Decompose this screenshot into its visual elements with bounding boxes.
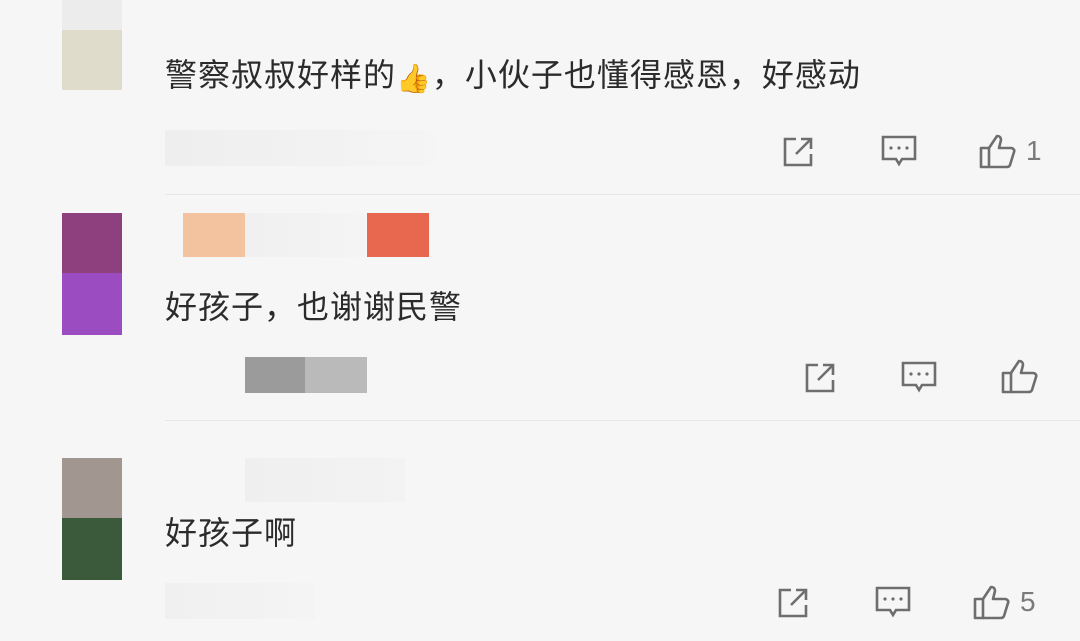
avatar-mosaic-cell — [62, 0, 122, 30]
like-button[interactable]: 5 — [972, 583, 1036, 621]
avatar-mosaic-cell — [62, 458, 122, 518]
share-button[interactable] — [802, 360, 838, 396]
thumbs-up-icon — [973, 585, 1010, 620]
like-count: 1 — [1026, 135, 1042, 166]
meta-mask-block — [305, 357, 367, 393]
comment-item-2: 好孩子，也谢谢民警 — [0, 195, 1080, 420]
avatar-mosaic-cell — [62, 213, 122, 273]
share-icon — [778, 588, 808, 618]
reply-button[interactable] — [874, 585, 912, 621]
like-button[interactable] — [1000, 357, 1048, 395]
comment-icon — [875, 586, 911, 618]
username-mask-block — [245, 458, 405, 502]
comment-text: 好孩子，也谢谢民警 — [165, 288, 463, 326]
comment-text-part: ，小伙子也懂得感恩，好感动 — [431, 56, 861, 94]
avatar-mosaic-cell — [62, 30, 122, 90]
reply-button[interactable] — [900, 360, 938, 396]
comment-text: 好孩子啊 — [165, 514, 298, 552]
meta-mask-block — [245, 357, 305, 393]
avatar-mosaic-cell — [62, 273, 122, 335]
comment-meta-blurred — [165, 130, 435, 166]
thumbs-up-icon — [1001, 359, 1038, 394]
avatar[interactable] — [62, 0, 122, 90]
thumbs-up-emoji-icon: 👍 — [396, 62, 432, 95]
username-mask-block — [245, 213, 365, 257]
username-blurred — [245, 458, 405, 502]
share-button[interactable] — [775, 585, 811, 621]
comment-icon — [881, 135, 917, 167]
comment-item-3: 好孩子啊 5 — [0, 421, 1080, 641]
share-icon — [783, 137, 813, 167]
like-count: 5 — [1020, 586, 1036, 617]
like-button[interactable]: 1 — [978, 132, 1042, 170]
comment-icon — [901, 361, 937, 393]
avatar-mosaic-cell — [62, 518, 122, 580]
username-mask-block — [367, 213, 429, 257]
comment-meta-blurred — [245, 357, 367, 393]
avatar[interactable] — [62, 458, 122, 580]
avatar[interactable] — [62, 213, 122, 335]
thumbs-up-icon — [979, 134, 1016, 169]
reply-button[interactable] — [880, 134, 918, 170]
share-button[interactable] — [780, 134, 816, 170]
username-blurred — [165, 213, 430, 257]
comment-item-1: 警察叔叔好样的👍，小伙子也懂得感恩，好感动 1 — [0, 0, 1080, 195]
comment-text-part: 警察叔叔好样的 — [165, 56, 397, 94]
comment-text: 警察叔叔好样的👍，小伙子也懂得感恩，好感动 — [165, 55, 861, 99]
comment-meta-blurred — [165, 583, 315, 619]
username-mask-block — [183, 213, 245, 257]
share-icon — [805, 363, 835, 393]
